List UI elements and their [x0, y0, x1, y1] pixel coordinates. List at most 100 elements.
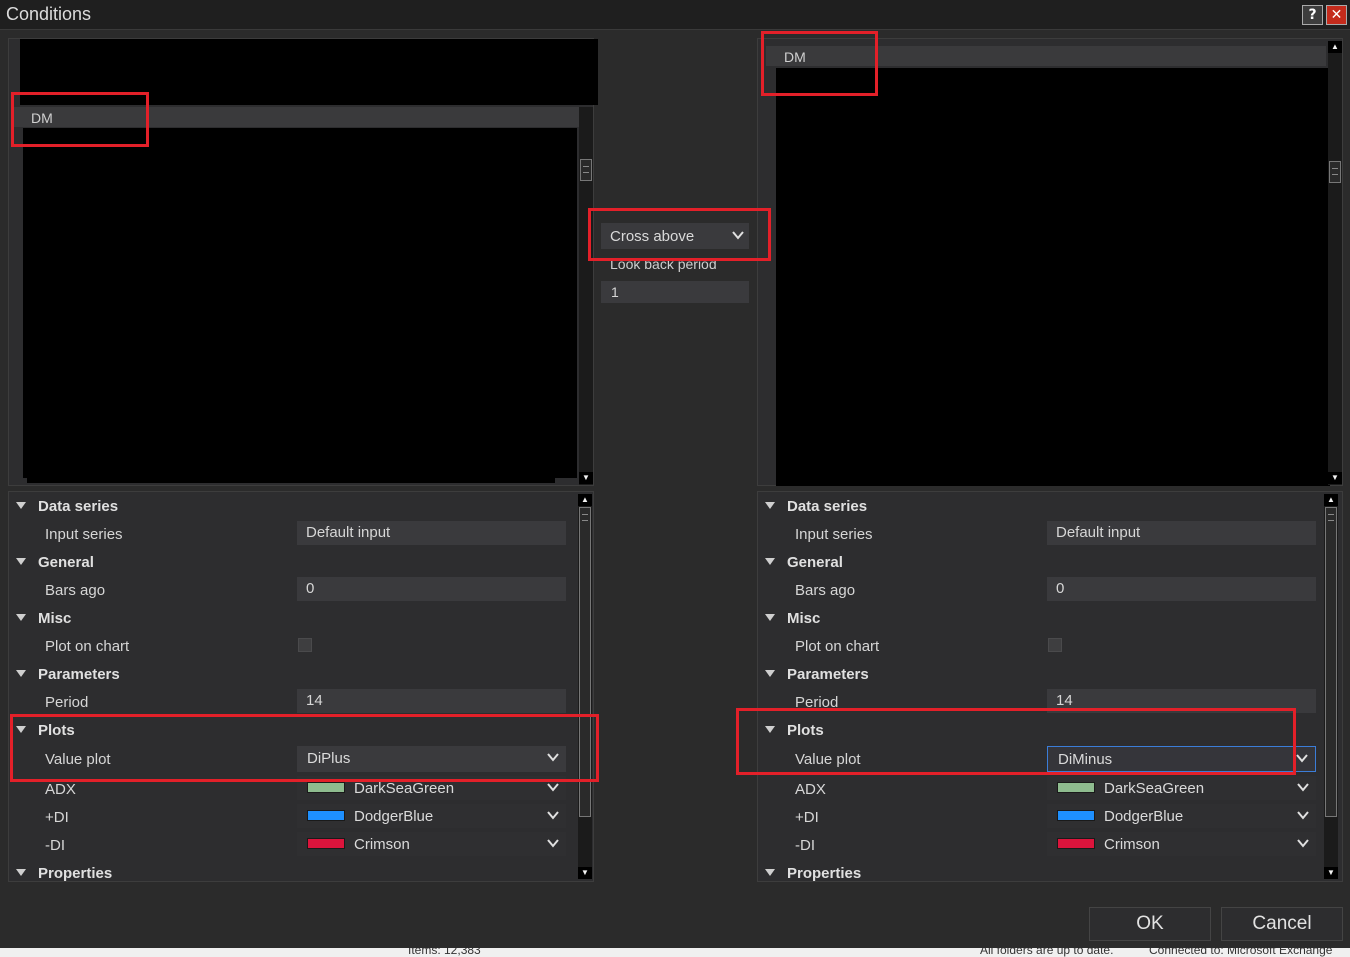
value-plot-selected: DiPlus — [307, 750, 351, 767]
color-name: DodgerBlue — [354, 808, 434, 825]
chevron-down-icon — [1297, 811, 1309, 820]
left-dm-header[interactable]: DM — [13, 107, 591, 127]
left-indicator-list: DM ▼ — [8, 38, 598, 486]
color-swatch — [1057, 810, 1095, 821]
chevron-down-icon — [547, 753, 559, 762]
right-indicator-list: DM ▲ ▼ — [757, 38, 1343, 486]
color-name: DodgerBlue — [1104, 808, 1184, 825]
group-properties[interactable]: Properties — [16, 865, 112, 882]
collapse-triangle-icon — [765, 614, 775, 621]
group-misc[interactable]: Misc — [765, 610, 820, 627]
right-grid-scroll-up[interactable]: ▲ — [1324, 494, 1338, 506]
left-property-grid: Data series Input series Default input G… — [8, 491, 594, 882]
chevron-down-icon — [1296, 754, 1308, 763]
input-series-label: Input series — [45, 526, 123, 543]
input-series-value[interactable]: Default input — [297, 521, 566, 545]
lookback-input[interactable]: 1 — [601, 281, 749, 303]
plusdi-label: +DI — [795, 809, 819, 826]
collapse-triangle-icon — [16, 502, 26, 509]
collapse-triangle-icon — [16, 558, 26, 565]
help-button[interactable]: ? — [1302, 5, 1323, 25]
bars-ago-label: Bars ago — [795, 582, 856, 599]
value-plot-select[interactable]: DiMinus — [1047, 746, 1316, 772]
group-label: Parameters — [38, 666, 120, 683]
right-grid-scroll-down[interactable]: ▼ — [1324, 867, 1338, 879]
color-swatch — [1057, 782, 1095, 793]
value-plot-select[interactable]: DiPlus — [297, 746, 566, 772]
group-label: General — [787, 554, 843, 571]
status-items: Items: 12,383 — [408, 948, 481, 957]
close-button[interactable]: ✕ — [1326, 5, 1347, 25]
adx-color-select[interactable]: DarkSeaGreen — [1047, 776, 1316, 800]
right-list-scrollbar[interactable] — [1328, 41, 1342, 485]
minusdi-color-select[interactable]: Crimson — [1047, 832, 1316, 856]
status-folders: All folders are up to date. — [980, 948, 1114, 957]
period-label: Period — [795, 694, 839, 711]
chevron-down-icon — [547, 811, 559, 820]
minusdi-color-select[interactable]: Crimson — [297, 832, 566, 856]
right-property-grid: Data series Input series Default input G… — [757, 491, 1343, 882]
group-plots[interactable]: Plots — [765, 722, 824, 739]
collapse-triangle-icon — [16, 869, 26, 876]
period-value[interactable]: 14 — [297, 689, 566, 713]
left-grid-scroll-down[interactable]: ▼ — [578, 867, 592, 879]
group-data-series[interactable]: Data series — [16, 498, 118, 515]
plot-on-chart-label: Plot on chart — [45, 638, 130, 655]
collapse-triangle-icon — [765, 869, 775, 876]
chevron-down-icon — [732, 231, 744, 240]
group-label: Properties — [38, 865, 113, 882]
chevron-down-icon — [1297, 839, 1309, 848]
group-properties[interactable]: Properties — [765, 865, 861, 882]
value-plot-label: Value plot — [45, 751, 111, 768]
group-misc[interactable]: Misc — [16, 610, 71, 627]
left-grid-scroll-thumb[interactable] — [579, 507, 591, 817]
plusdi-color-select[interactable]: DodgerBlue — [297, 804, 566, 828]
adx-color-select[interactable]: DarkSeaGreen — [297, 776, 566, 800]
chevron-down-icon — [1297, 783, 1309, 792]
bars-ago-value[interactable]: 0 — [1047, 577, 1316, 601]
right-list-scroll-up[interactable]: ▲ — [1328, 41, 1342, 53]
right-list-scroll-down[interactable]: ▼ — [1328, 472, 1342, 484]
collapse-triangle-icon — [765, 726, 775, 733]
left-grid-scroll-up[interactable]: ▲ — [578, 494, 592, 506]
minusdi-label: -DI — [45, 837, 65, 854]
collapse-triangle-icon — [765, 558, 775, 565]
period-value[interactable]: 14 — [1047, 689, 1316, 713]
color-name: DarkSeaGreen — [354, 780, 455, 797]
group-label: Data series — [787, 498, 868, 515]
plusdi-color-select[interactable]: DodgerBlue — [1047, 804, 1316, 828]
group-label: Plots — [38, 722, 75, 739]
collapse-triangle-icon — [765, 502, 775, 509]
group-parameters[interactable]: Parameters — [16, 666, 120, 683]
color-name: DarkSeaGreen — [1104, 780, 1205, 797]
group-general[interactable]: General — [765, 554, 843, 571]
left-list-blackout-bottom — [27, 463, 555, 483]
condition-select[interactable]: Cross above — [601, 223, 749, 249]
plusdi-label: +DI — [45, 809, 69, 826]
group-label: Misc — [787, 610, 821, 627]
color-swatch — [1057, 838, 1095, 849]
input-series-value[interactable]: Default input — [1047, 521, 1316, 545]
group-parameters[interactable]: Parameters — [765, 666, 869, 683]
group-data-series[interactable]: Data series — [765, 498, 867, 515]
collapse-triangle-icon — [16, 614, 26, 621]
left-list-scroll-thumb[interactable] — [580, 159, 592, 181]
title-bar: Conditions ? ✕ — [0, 0, 1350, 30]
plot-on-chart-checkbox[interactable] — [298, 638, 312, 652]
plot-on-chart-checkbox[interactable] — [1048, 638, 1062, 652]
cancel-button[interactable]: Cancel — [1221, 907, 1343, 941]
condition-select-value: Cross above — [610, 228, 695, 245]
status-connection: Connected to: Microsoft Exchange — [1149, 948, 1333, 957]
color-name: Crimson — [354, 836, 410, 853]
left-list-scroll-down[interactable]: ▼ — [579, 472, 593, 484]
color-name: Crimson — [1104, 836, 1160, 853]
group-label: Parameters — [787, 666, 869, 683]
right-dm-header[interactable]: DM — [766, 46, 1326, 66]
right-grid-scroll-thumb[interactable] — [1325, 507, 1337, 817]
ok-button[interactable]: OK — [1089, 907, 1211, 941]
bars-ago-value[interactable]: 0 — [297, 577, 566, 601]
right-list-scroll-thumb[interactable] — [1329, 161, 1341, 183]
chevron-down-icon — [547, 783, 559, 792]
group-general[interactable]: General — [16, 554, 94, 571]
group-plots[interactable]: Plots — [16, 722, 75, 739]
